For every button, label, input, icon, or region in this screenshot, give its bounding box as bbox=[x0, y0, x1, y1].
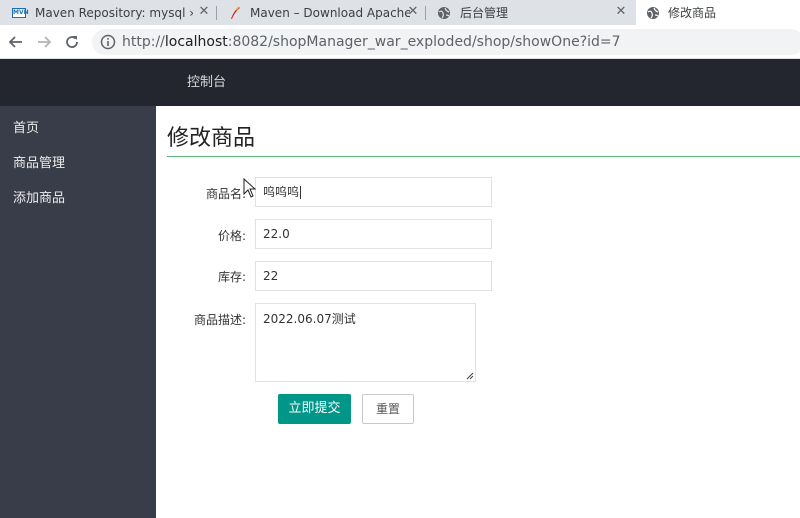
info-icon[interactable] bbox=[100, 34, 116, 50]
browser-tab-admin[interactable]: 后台管理 bbox=[427, 0, 634, 25]
back-button[interactable] bbox=[5, 31, 27, 53]
title-divider bbox=[167, 156, 800, 157]
description-label: 商品描述: bbox=[193, 313, 246, 327]
description-textarea[interactable]: 2022.06.07测试 bbox=[255, 303, 476, 382]
tab-divider bbox=[425, 6, 426, 20]
tab-title: 后台管理 bbox=[460, 6, 509, 20]
close-icon[interactable]: ✕ bbox=[614, 4, 628, 20]
browser-toolbar: http://localhost:8082/shopManager_war_ex… bbox=[0, 25, 800, 59]
url-text: http://localhost:8082/shopManager_war_ex… bbox=[122, 29, 621, 55]
sidebar: 首页 商品管理 添加商品 bbox=[0, 106, 156, 518]
url-host: localhost bbox=[164, 34, 228, 50]
text-caret bbox=[300, 186, 302, 199]
arrow-right-icon bbox=[38, 36, 52, 48]
globe-icon bbox=[647, 6, 659, 19]
sidebar-item-add-product[interactable]: 添加商品 bbox=[13, 187, 65, 206]
name-label: 商品名: bbox=[205, 187, 246, 201]
mvn-favicon-icon: MVN bbox=[12, 7, 29, 18]
url-scheme: http:// bbox=[122, 34, 165, 50]
browser-tab-edit-product[interactable]: 修改商品 bbox=[636, 0, 800, 25]
stock-label: 库存: bbox=[217, 270, 246, 284]
apache-feather-icon bbox=[231, 5, 240, 19]
reset-button[interactable]: 重置 bbox=[362, 394, 414, 424]
tab-title: Maven – Download Apache Maven bbox=[250, 5, 410, 20]
tab-title: 修改商品 bbox=[668, 6, 717, 20]
mouse-cursor-icon bbox=[243, 178, 257, 198]
resize-grip-icon[interactable] bbox=[466, 372, 474, 380]
url-path: :8082/shopManager_war_exploded/shop/show… bbox=[227, 34, 621, 50]
price-input[interactable]: 22.0 bbox=[255, 219, 492, 249]
arrow-left-icon bbox=[8, 36, 22, 48]
main-content: 修改商品 商品名: 呜呜呜 价格: 22.0 库存: 22 商品描述: 2022… bbox=[156, 106, 800, 518]
browser-tab-maven-repo[interactable]: MVN Maven Repository: mysql » mysql bbox=[0, 0, 215, 25]
browser-tabstrip: MVN Maven Repository: mysql » mysql ✕ Ma… bbox=[0, 0, 800, 25]
address-bar[interactable]: http://localhost:8082/shopManager_war_ex… bbox=[92, 29, 800, 55]
close-icon[interactable]: ✕ bbox=[197, 4, 211, 20]
price-label: 价格: bbox=[217, 229, 246, 243]
description-value: 2022.06.07测试 bbox=[263, 312, 356, 326]
sidebar-item-product-management[interactable]: 商品管理 bbox=[13, 152, 65, 171]
forward-button[interactable] bbox=[33, 31, 55, 53]
globe-icon bbox=[438, 6, 450, 19]
sidebar-item-home[interactable]: 首页 bbox=[13, 117, 39, 136]
close-icon[interactable]: ✕ bbox=[406, 4, 420, 20]
header-console-link[interactable]: 控制台 bbox=[187, 59, 226, 106]
reload-icon bbox=[66, 36, 78, 48]
stock-input[interactable]: 22 bbox=[255, 261, 492, 291]
name-input-value: 呜呜呜 bbox=[263, 185, 300, 199]
reload-button[interactable] bbox=[61, 31, 83, 53]
app-header: 控制台 bbox=[0, 59, 800, 106]
browser-tab-maven-download[interactable]: Maven – Download Apache Maven bbox=[218, 0, 424, 25]
name-input[interactable]: 呜呜呜 bbox=[255, 177, 492, 207]
tab-divider bbox=[216, 6, 217, 20]
tab-title: Maven Repository: mysql » mysql bbox=[35, 5, 193, 20]
page-title: 修改商品 bbox=[167, 126, 256, 151]
submit-button[interactable]: 立即提交 bbox=[278, 394, 351, 424]
